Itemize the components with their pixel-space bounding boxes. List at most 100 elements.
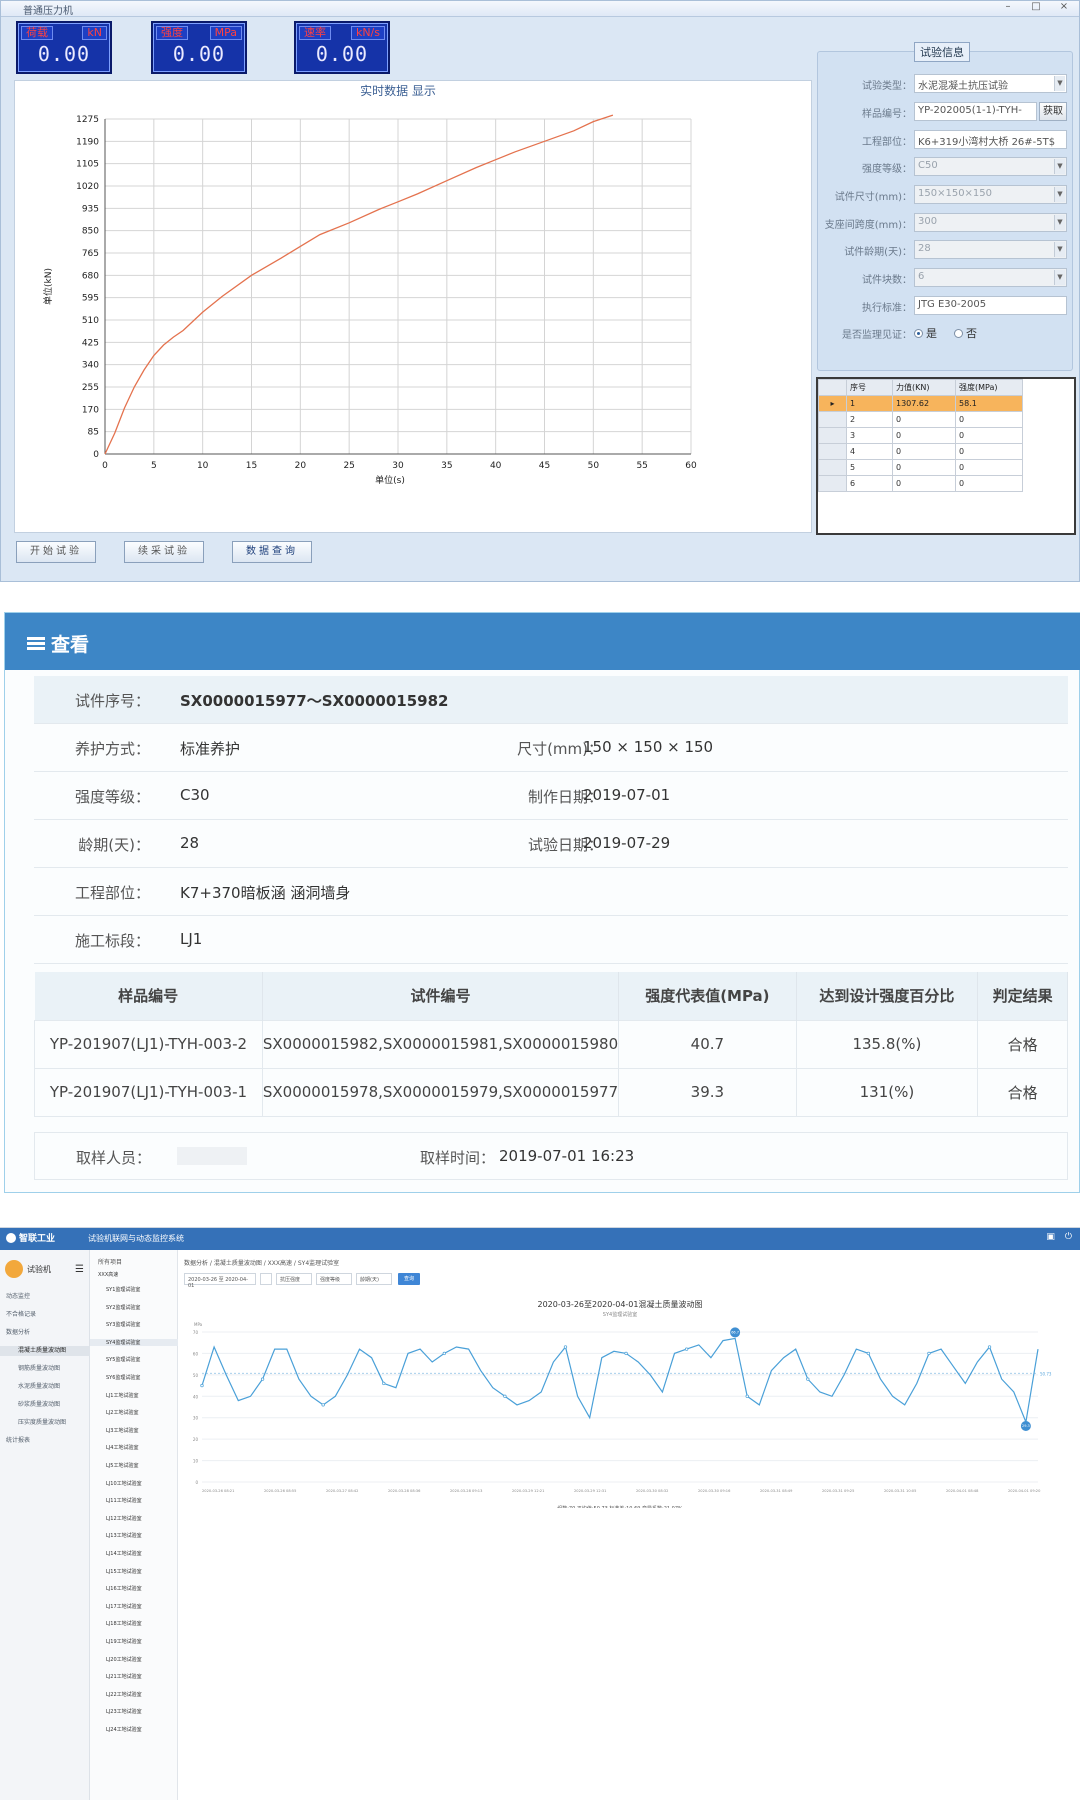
grade-select[interactable]: 强度等级 (316, 1273, 352, 1285)
tree-node[interactable]: LJ5工地试验室 (106, 1462, 138, 1469)
tree-node[interactable]: LJ23工地试验室 (106, 1708, 142, 1715)
count-select[interactable]: 6 ▼ (914, 268, 1067, 287)
tree-node[interactable]: LJ17工地试验室 (106, 1603, 142, 1610)
tree-node[interactable]: LJ14工地试验室 (106, 1550, 142, 1557)
tree-node[interactable]: LJ24工地试验室 (106, 1726, 142, 1733)
lock-icon[interactable]: ▣ (1046, 1232, 1055, 1242)
meter-value: 0.00 (172, 42, 226, 66)
tree-node[interactable]: LJ19工地试验室 (106, 1638, 142, 1645)
grid-row[interactable]: 6 0 0 (818, 475, 1023, 492)
calendar-icon[interactable] (260, 1273, 272, 1285)
grid-row[interactable]: 2 0 0 (818, 411, 1023, 428)
grid-cell: 0 (955, 427, 1023, 444)
standard-input[interactable]: JTG E30-2005 (914, 296, 1067, 315)
x-tick-label: 2020-04-01 08:48 (946, 1489, 979, 1493)
tree-node[interactable]: LJ4工地试验室 (106, 1444, 138, 1451)
tree-node[interactable]: LJ16工地试验室 (106, 1585, 142, 1592)
tree-root[interactable]: XXX高速 (98, 1271, 118, 1278)
y-tick-label: 70 (193, 1330, 199, 1335)
y-tick-label: 10 (193, 1459, 199, 1464)
x-tick-label: 2020-03-26 08:21 (202, 1489, 234, 1493)
logo-icon (6, 1232, 16, 1243)
curing-label: 养护方式： (74, 740, 150, 758)
grid-row[interactable]: 4 0 0 (818, 443, 1023, 460)
section-row: 施工标段： LJ1 (34, 916, 1068, 964)
system-title: 试验机联网与动态监控系统 (88, 1234, 184, 1243)
tree-node[interactable]: SY1监理试验室 (106, 1286, 140, 1293)
chevron-down-icon[interactable]: ▼ (1054, 159, 1065, 174)
tree-node[interactable]: LJ1工地试验室 (106, 1392, 138, 1399)
size-label: 试件尺寸(mm)： (834, 192, 912, 203)
chevron-down-icon[interactable]: ▼ (1054, 76, 1065, 91)
radio-checked-icon (914, 328, 923, 338)
fetch-button[interactable]: 获取 (1039, 102, 1067, 121)
radio-unchecked-icon (954, 328, 963, 338)
tree-node[interactable]: LJ12工地试验室 (106, 1515, 142, 1522)
date-range-input[interactable]: 2020-03-26 至 2020-04-01 (184, 1273, 256, 1289)
age-value: 28 (918, 243, 931, 254)
tree-node[interactable]: SY4监理试验室 (90, 1338, 178, 1346)
chevron-down-icon[interactable]: ▼ (1054, 270, 1065, 285)
menu-icon[interactable]: ☰ (75, 1264, 84, 1275)
tree-node[interactable]: LJ18工地试验室 (106, 1620, 142, 1627)
project-part-input[interactable]: K6+319小湾村大桥 26#-5T$ (914, 130, 1067, 149)
tree-node[interactable]: LJ2工地试验室 (106, 1409, 138, 1416)
sidebar-item-reports[interactable]: 统计报表 (0, 1436, 90, 1446)
close-icon[interactable]: × (1057, 1, 1071, 12)
tree-node[interactable]: LJ3工地试验室 (106, 1427, 138, 1434)
tree-node[interactable]: LJ15工地试验室 (106, 1568, 142, 1575)
test-type-select[interactable]: 抗压强度 (276, 1273, 312, 1285)
grid-cell: 3 (846, 427, 893, 444)
tree-node[interactable]: SY3监理试验室 (106, 1321, 140, 1328)
sidebar-item-mortar[interactable]: 砂浆质量波动图 (0, 1400, 90, 1410)
test-type-select[interactable]: 水泥混凝土抗压试验 ▼ (914, 74, 1067, 93)
continue-test-button[interactable]: 续采试验 (124, 541, 204, 563)
x-axis-label: 单位(s) (375, 474, 405, 486)
title-bar: 普通压力机 – □ × (1, 1, 1079, 17)
minimize-icon[interactable]: – (1001, 1, 1015, 12)
sidebar-item-cement[interactable]: 水泥质量波动图 (0, 1382, 90, 1392)
data-query-button[interactable]: 数据查询 (232, 541, 312, 563)
tree-node[interactable]: SY5监理试验室 (106, 1356, 140, 1363)
grid-row[interactable]: 5 0 0 (818, 459, 1023, 476)
strength-grade-select[interactable]: C50 ▼ (914, 157, 1067, 176)
start-test-button[interactable]: 开始试验 (16, 541, 96, 563)
query-button[interactable]: 查询 (398, 1273, 420, 1285)
meter-unit: MPa (209, 26, 242, 40)
tree-node[interactable]: SY6监理试验室 (106, 1374, 140, 1381)
witness-no-radio[interactable]: 否 (954, 325, 977, 341)
y-tick-label: 60 (193, 1351, 199, 1356)
size-row: 试件尺寸(mm)： 150×150×150 ▼ (818, 185, 1074, 205)
logo: 智联工业 (6, 1231, 55, 1244)
max-label: 66.7 (731, 1330, 739, 1334)
tree-node[interactable]: LJ10工地试验室 (106, 1480, 142, 1487)
sidebar-item-unqualified[interactable]: 不合格记录 (0, 1310, 90, 1320)
maximize-icon[interactable]: □ (1029, 1, 1043, 12)
sidebar-item-monitor[interactable]: 动态监控 (0, 1292, 90, 1302)
chevron-down-icon[interactable]: ▼ (1054, 242, 1065, 257)
chevron-down-icon[interactable]: ▼ (1054, 187, 1065, 202)
grid-row[interactable]: 3 0 0 (818, 427, 1023, 444)
age-select[interactable]: 28 ▼ (914, 240, 1067, 259)
power-icon[interactable]: ⏻ (1065, 1232, 1072, 1242)
tree-node[interactable]: LJ13工地试验室 (106, 1532, 142, 1539)
user-name: 试验机 (27, 1264, 51, 1274)
tree-node[interactable]: SY2监理试验室 (106, 1304, 140, 1311)
sidebar-item-analysis[interactable]: 数据分析 (0, 1328, 90, 1338)
witness-yes-radio[interactable]: 是 (914, 325, 937, 341)
table-cell: YP-201907(LJ1)-TYH-003-1 (34, 1067, 263, 1117)
grid-row[interactable]: ▸ 1 1307.62 58.1 (818, 395, 1023, 412)
sidebar-item-rebar[interactable]: 钢筋质量波动图 (0, 1364, 90, 1374)
age-value: 28 (180, 834, 200, 852)
span-select[interactable]: 300 ▼ (914, 213, 1067, 232)
tree-node[interactable]: LJ20工地试验室 (106, 1656, 142, 1663)
chevron-down-icon[interactable]: ▼ (1054, 215, 1065, 230)
tree-node[interactable]: LJ22工地试验室 (106, 1691, 142, 1698)
sidebar-item-compaction[interactable]: 压实度质量波动图 (0, 1418, 90, 1428)
age-select[interactable]: 龄期(天) (356, 1273, 392, 1285)
sample-no-input[interactable]: YP-202005(1-1)-TYH- (914, 102, 1037, 121)
sidebar-item-concrete[interactable]: 混凝土质量波动图 (0, 1346, 90, 1356)
tree-node[interactable]: LJ21工地试验室 (106, 1673, 142, 1680)
size-select[interactable]: 150×150×150 ▼ (914, 185, 1067, 204)
tree-node[interactable]: LJ11工地试验室 (106, 1497, 142, 1504)
